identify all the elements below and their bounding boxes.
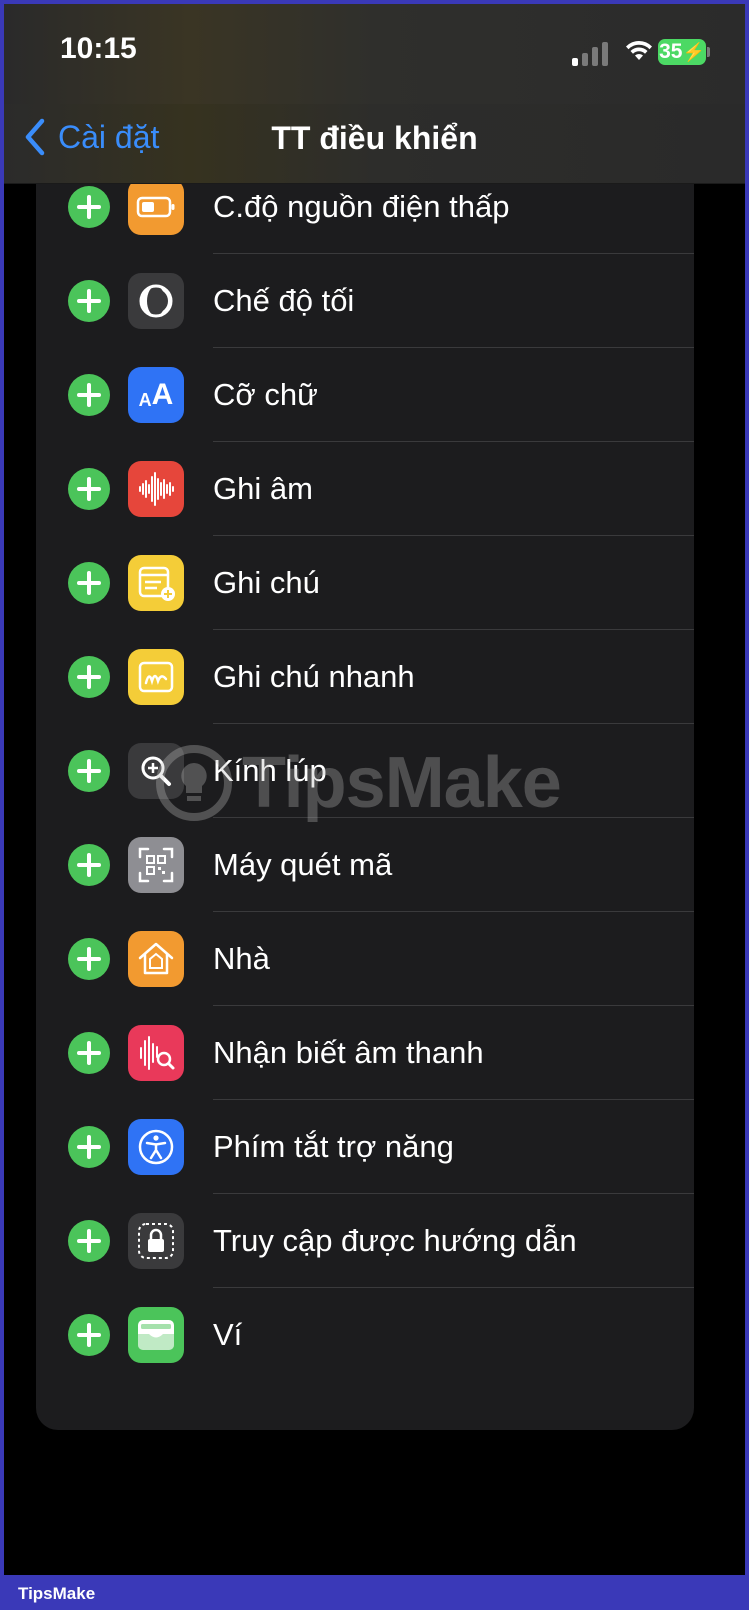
status-bar: 10:15 35⚡ [4, 4, 745, 104]
control-label: Ghi âm [213, 471, 313, 506]
control-label: Chế độ tối [213, 283, 355, 318]
add-control-button[interactable] [68, 1032, 110, 1074]
wifi-icon [626, 40, 652, 60]
control-label: Ghi chú nhanh [213, 659, 415, 694]
control-label: Truy cập được hướng dẫn [213, 1223, 577, 1258]
control-label: Phím tắt trợ năng [213, 1129, 454, 1164]
list-item[interactable]: Nhà [36, 912, 694, 1006]
list-item[interactable]: Ví [36, 1288, 694, 1382]
add-control-button[interactable] [68, 186, 110, 228]
list-item[interactable]: Chế độ tối [36, 254, 694, 348]
dark-mode-icon [128, 273, 184, 329]
sound-recognition-icon [128, 1025, 184, 1081]
text-size-icon: AA [128, 367, 184, 423]
add-control-button[interactable] [68, 280, 110, 322]
list-item[interactable]: AA Cỡ chữ [36, 348, 694, 442]
cellular-signal-icon [572, 40, 612, 66]
control-label: Nhận biết âm thanh [213, 1035, 484, 1070]
watermark: TipsMake [154, 742, 562, 824]
add-control-button[interactable] [68, 750, 110, 792]
add-control-button[interactable] [68, 844, 110, 886]
list-item[interactable]: Ghi âm [36, 442, 694, 536]
lightbulb-logo-icon [156, 745, 232, 821]
notes-icon [128, 555, 184, 611]
add-control-button[interactable] [68, 374, 110, 416]
list-item[interactable]: Ghi chú [36, 536, 694, 630]
list-item[interactable]: Phím tắt trợ năng [36, 1100, 694, 1194]
page-title: TT điều khiển [271, 120, 478, 156]
list-item[interactable]: Máy quét mã [36, 818, 694, 912]
accessibility-icon [128, 1119, 184, 1175]
list-item[interactable]: Ghi chú nhanh [36, 630, 694, 724]
code-scanner-icon [128, 837, 184, 893]
voice-memos-icon [128, 461, 184, 517]
control-label: Máy quét mã [213, 847, 393, 882]
battery-indicator: 35⚡ [658, 39, 706, 65]
footer-brand: TipsMake [18, 1584, 96, 1603]
add-control-button[interactable] [68, 1220, 110, 1262]
status-time: 10:15 [60, 32, 137, 65]
phone-screen: 10:15 35⚡ Cài đặt TT điều khiển C.độ ngu… [4, 4, 745, 1575]
list-item[interactable]: Truy cập được hướng dẫn [36, 1194, 694, 1288]
charging-bolt-icon: ⚡ [682, 42, 705, 62]
control-label: Nhà [213, 941, 270, 976]
add-control-button[interactable] [68, 656, 110, 698]
watermark-text: TipsMake [242, 743, 562, 823]
add-control-button[interactable] [68, 468, 110, 510]
home-icon [128, 931, 184, 987]
low-power-battery-icon [128, 179, 184, 235]
add-control-button[interactable] [68, 938, 110, 980]
list-item[interactable]: Nhận biết âm thanh [36, 1006, 694, 1100]
control-label: Cỡ chữ [213, 377, 318, 412]
guided-access-icon [128, 1213, 184, 1269]
battery-level: 35 [659, 40, 683, 63]
wallet-icon [128, 1307, 184, 1363]
control-label: Ví [213, 1317, 243, 1352]
add-control-button[interactable] [68, 1314, 110, 1356]
add-control-button[interactable] [68, 562, 110, 604]
navigation-bar: Cài đặt TT điều khiển [4, 104, 745, 184]
add-control-button[interactable] [68, 1126, 110, 1168]
quick-note-icon [128, 649, 184, 705]
control-label: Ghi chú [213, 565, 320, 600]
battery-cap [707, 47, 710, 57]
